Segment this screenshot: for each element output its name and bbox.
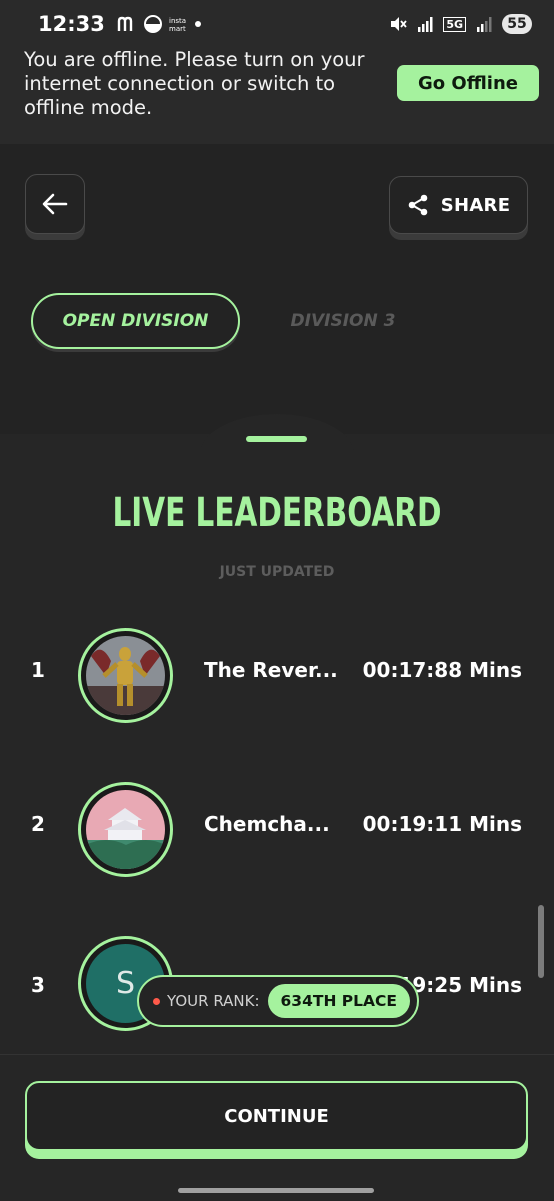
- avatar-image: [86, 636, 165, 715]
- avatar-letter: S: [115, 966, 136, 1001]
- your-rank-badge: YOUR RANK: 634TH PLACE: [137, 975, 419, 1027]
- scrollbar[interactable]: [538, 905, 544, 978]
- signal-r-icon: [418, 17, 433, 32]
- instamart-text-icon: insta mart: [169, 17, 186, 33]
- continue-button[interactable]: CONTINUE: [25, 1081, 528, 1151]
- your-rank-label: YOUR RANK:: [167, 992, 260, 1010]
- rank-number: 2: [31, 812, 45, 836]
- svg-text:insta: insta: [169, 17, 186, 25]
- leaderboard-subtitle: JUST UPDATED: [219, 564, 335, 580]
- live-dot-icon: [153, 997, 160, 1005]
- header-area: SHARE OPEN DIVISION DIVISION 3: [0, 144, 554, 434]
- svg-text:mart: mart: [169, 25, 186, 33]
- mute-icon: [391, 17, 408, 31]
- rank-number: 1: [31, 658, 45, 682]
- avatar: [78, 628, 173, 723]
- avatar: [78, 782, 173, 877]
- share-button[interactable]: SHARE: [389, 176, 528, 234]
- signal-icon: [477, 17, 492, 32]
- leaderboard-title: LIVE LEADERBOARD: [112, 490, 442, 536]
- status-system-icons: 5G 55: [389, 14, 532, 34]
- back-arrow-icon: [42, 193, 68, 215]
- battery-indicator: 55: [502, 14, 532, 34]
- offline-banner: You are offline. Please turn on your int…: [0, 48, 554, 144]
- tab-open-division[interactable]: OPEN DIVISION: [31, 293, 240, 349]
- share-label: SHARE: [440, 194, 511, 216]
- your-rank-value: 634TH PLACE: [267, 984, 411, 1018]
- instamart-icon: [143, 15, 162, 33]
- status-bar: 12:33 insta mart 5G 55: [0, 0, 554, 48]
- player-name: Chemcha...: [204, 812, 330, 836]
- rank-number: 3: [31, 973, 45, 997]
- back-button[interactable]: [25, 174, 85, 234]
- share-icon: [408, 194, 427, 216]
- player-time: 00:19:11 Mins: [362, 812, 522, 836]
- avatar-art: [86, 636, 165, 715]
- drag-handle[interactable]: [246, 436, 307, 442]
- leaderboard-row[interactable]: 1 The Rever... 00:17:88 Mins: [0, 628, 554, 728]
- avatar-image: [86, 790, 165, 869]
- tab-division-3[interactable]: DIVISION 3: [270, 293, 416, 349]
- dot-icon: [194, 21, 201, 27]
- go-offline-button[interactable]: Go Offline: [397, 65, 539, 101]
- player-time: 00:17:88 Mins: [362, 658, 522, 682]
- status-time: 12:33: [38, 12, 105, 36]
- offline-message: You are offline. Please turn on your int…: [24, 48, 365, 119]
- system-nav-handle[interactable]: [178, 1188, 374, 1193]
- avatar-art: [86, 790, 165, 869]
- status-notification-icons: insta mart: [117, 14, 203, 34]
- m-app-icon: [117, 16, 133, 31]
- footer: CONTINUE: [0, 1054, 554, 1201]
- network-type: 5G: [443, 16, 466, 32]
- player-name: The Rever...: [204, 658, 338, 682]
- leaderboard-row[interactable]: 2 Chemcha... 00:19:11 Mins: [0, 782, 554, 882]
